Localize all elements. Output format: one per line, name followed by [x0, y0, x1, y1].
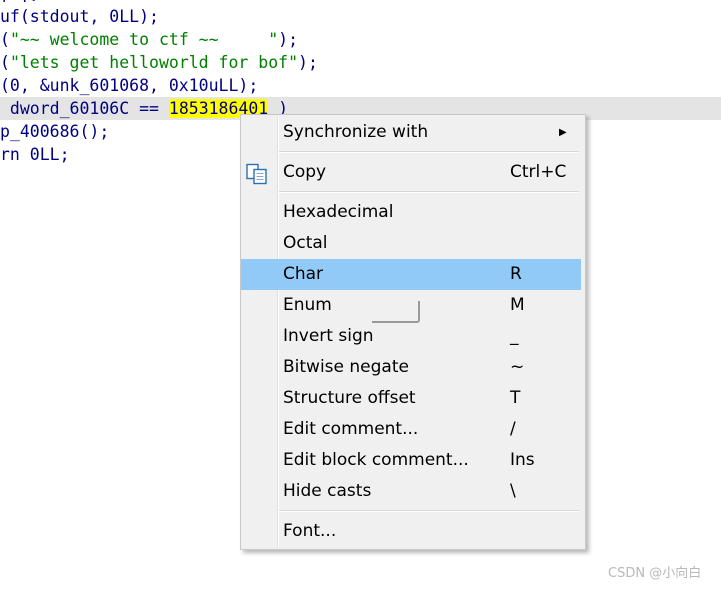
menu-item-octal[interactable]: Octal [241, 228, 581, 259]
menu-item-bitwise-negate[interactable]: Bitwise negate ~ [241, 352, 581, 383]
menu-item-shortcut: / [510, 419, 516, 439]
code-token: ); [278, 30, 299, 49]
menu-item-shortcut: _ [510, 326, 519, 346]
ida-pseudocode-view: ( ); uf(stdout, 0LL); ("~~ welcome to ct… [0, 0, 721, 589]
code-line-setvbuf[interactable]: uf(stdout, 0LL); [0, 5, 159, 28]
menu-item-shortcut: \ [510, 481, 516, 501]
menu-item-label: Octal [283, 233, 328, 253]
menu-item-label: Enum [283, 295, 332, 315]
copy-icon [246, 163, 267, 185]
menu-item-shortcut: ~ [510, 357, 525, 377]
menu-item-hide-casts[interactable]: Hide casts \ [241, 476, 581, 507]
menu-item-label: Synchronize with [283, 122, 429, 142]
code-line-call[interactable]: p_400686(); [0, 120, 109, 143]
menu-item-edit-block-comment[interactable]: Edit block comment... Ins [241, 445, 581, 476]
menu-item-shortcut: R [510, 264, 522, 284]
code-token: ( [0, 30, 10, 49]
menu-item-shortcut: Ins [510, 450, 535, 470]
menu-item-hexadecimal[interactable]: Hexadecimal [241, 197, 581, 228]
string-literal: "~~ welcome to ctf ~~ " [9, 30, 279, 49]
menu-item-shortcut: Ctrl+C [510, 162, 567, 182]
menu-item-shortcut: T [510, 388, 521, 408]
submenu-arrow-icon: ▶ [559, 127, 567, 138]
menu-item-label: Invert sign [283, 326, 374, 346]
menu-item-edit-comment[interactable]: Edit comment... / [241, 414, 581, 445]
menu-item-invert-sign[interactable]: Invert sign _ [241, 321, 581, 352]
menu-item-structure-offset[interactable]: Structure offset T [241, 383, 581, 414]
menu-item-label: Hide casts [283, 481, 372, 501]
menu-item-shortcut: M [510, 295, 525, 315]
code-line-return[interactable]: rn 0LL; [0, 143, 70, 166]
string-literal: "lets get helloworld for bof" [9, 53, 299, 72]
tooltip-edge [372, 301, 420, 323]
code-token: ( [0, 53, 10, 72]
code-token: dword_60106C == [0, 99, 169, 118]
menu-item-char[interactable]: Char R [241, 259, 581, 290]
menu-item-label: Bitwise negate [283, 357, 409, 377]
code-line-read[interactable]: (0, &unk_601068, 0x10uLL); [0, 74, 258, 97]
menu-item-label: Edit comment... [283, 419, 419, 439]
code-token: ); [298, 53, 318, 72]
menu-item-font[interactable]: Font... [241, 516, 581, 547]
context-menu: Synchronize with ▶ Copy Ctrl+C Hexadecim… [240, 114, 586, 550]
code-line-partial: ( ); [0, 0, 60, 2]
watermark: CSDN @小向白 [608, 566, 702, 581]
menu-separator [279, 191, 579, 193]
menu-separator [279, 510, 579, 512]
menu-item-copy[interactable]: Copy Ctrl+C [241, 157, 581, 188]
menu-item-label: Font... [283, 521, 337, 541]
menu-item-label: Hexadecimal [283, 202, 394, 222]
code-line-puts-welcome[interactable]: ("~~ welcome to ctf ~~ "); [0, 28, 298, 51]
menu-item-label: Edit block comment... [283, 450, 469, 470]
menu-item-label: Char [283, 264, 324, 284]
code-line-puts-bof[interactable]: ("lets get helloworld for bof"); [0, 51, 318, 74]
menu-item-label: Structure offset [283, 388, 416, 408]
menu-separator [279, 151, 579, 153]
menu-item-synchronize-with[interactable]: Synchronize with ▶ [241, 117, 581, 148]
menu-item-label: Copy [283, 162, 327, 182]
